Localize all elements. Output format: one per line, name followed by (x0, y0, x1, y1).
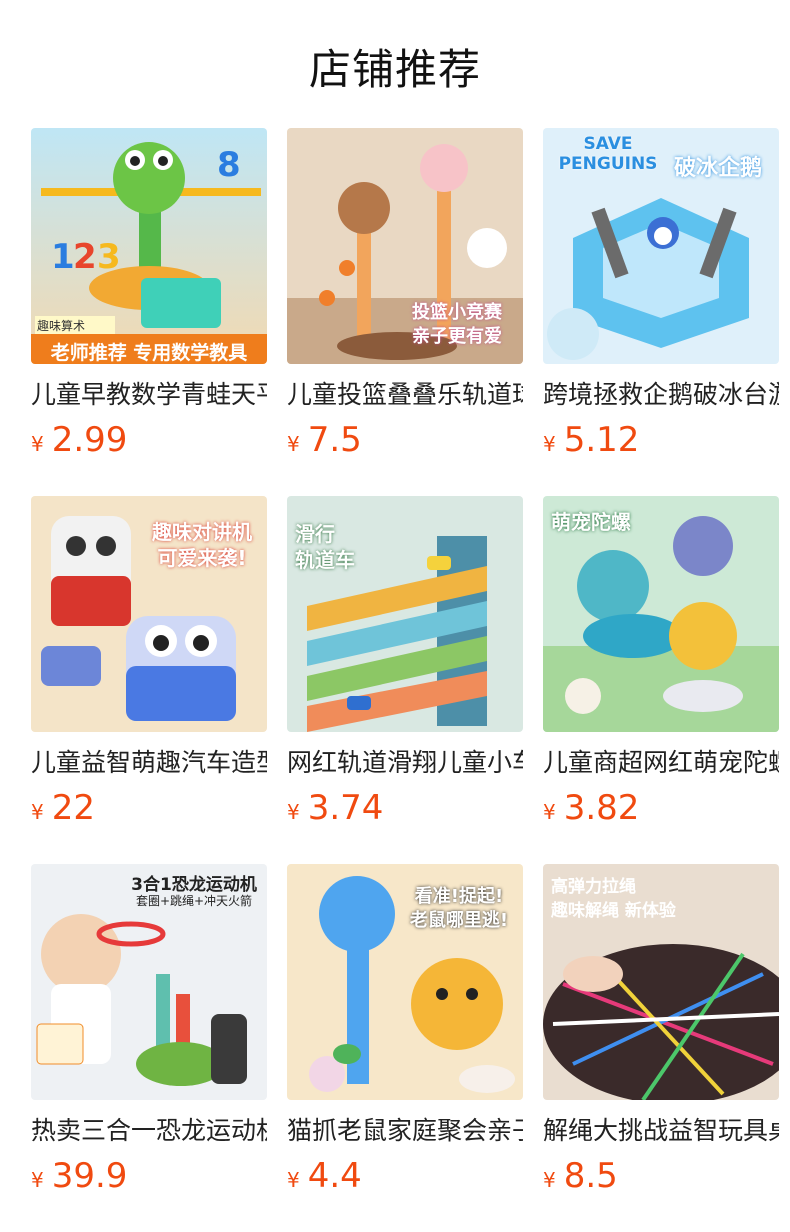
currency-symbol: ¥ (287, 1168, 300, 1192)
penguin-ice-toy-image[interactable]: SAVE PENGUINS 破冰企鹅 (543, 128, 779, 364)
product-name[interactable]: 网红轨道滑翔儿童小车 (287, 746, 523, 780)
svg-text:2: 2 (73, 237, 97, 277)
product-card[interactable]: 投篮小竞赛 亲子更有爱 儿童投篮叠叠乐轨道球 ¥7.5 (287, 128, 523, 462)
basketball-track-toy-image[interactable]: 投篮小竞赛 亲子更有爱 (287, 128, 523, 364)
product-price: ¥4.4 (287, 1154, 523, 1198)
product-card[interactable]: 看准!捉起! 老鼠哪里逃! 猫抓老鼠家庭聚会亲子游戏 ¥4.4 (287, 864, 523, 1198)
currency-symbol: ¥ (287, 432, 300, 456)
product-card[interactable]: 萌宠陀螺 儿童商超网红萌宠陀螺 ¥3.82 (543, 496, 779, 830)
product-name[interactable]: 热卖三合一恐龙运动机 (31, 1114, 267, 1148)
product-card[interactable]: 滑行 轨道车 网红轨道滑翔儿童小车 ¥3.74 (287, 496, 523, 830)
product-name[interactable]: 儿童早教数学青蛙天平 (31, 378, 267, 412)
product-name[interactable]: 儿童商超网红萌宠陀螺 (543, 746, 779, 780)
currency-symbol: ¥ (543, 800, 556, 824)
thumb-label: 滑行 (295, 522, 335, 546)
svg-text:3: 3 (97, 237, 121, 277)
product-price: ¥7.5 (287, 418, 523, 462)
product-card[interactable]: 高弹力拉绳 趣味解绳 新体验 解绳大挑战益智玩具桌游 ¥8.5 (543, 864, 779, 1198)
product-card[interactable]: 1 2 3 8 趣味算术 老师推荐 专用数学教具 儿童早教数学青蛙天平 ¥2.9… (31, 128, 267, 462)
product-name[interactable]: 儿童投篮叠叠乐轨道球 (287, 378, 523, 412)
currency-symbol: ¥ (543, 432, 556, 456)
currency-symbol: ¥ (31, 432, 44, 456)
walkie-talkie-car-toy-image[interactable]: 趣味对讲机 可爱来袭! (31, 496, 267, 732)
product-name[interactable]: 猫抓老鼠家庭聚会亲子游戏 (287, 1114, 523, 1148)
product-price: ¥3.82 (543, 786, 779, 830)
product-name[interactable]: 解绳大挑战益智玩具桌游 (543, 1114, 779, 1148)
thumb-banner: 亲子更有爱 (412, 326, 502, 347)
thumb-label: 高弹力拉绳 (551, 877, 636, 897)
price-value: 22 (51, 788, 95, 828)
thumb-label: 萌宠陀螺 (551, 510, 631, 534)
thumb-banner: 可爱来袭! (157, 546, 247, 570)
product-price: ¥8.5 (543, 1154, 779, 1198)
frog-balance-toy-image[interactable]: 1 2 3 8 趣味算术 老师推荐 专用数学教具 (31, 128, 267, 364)
thumb-label: 趣味对讲机 (152, 520, 252, 544)
product-price: ¥39.9 (31, 1154, 267, 1198)
page-title: 店铺推荐 (308, 45, 481, 94)
price-value: 7.5 (307, 420, 362, 460)
thumb-banner: 趣味解绳 新体验 (551, 901, 676, 921)
price-value: 4.4 (307, 1156, 362, 1196)
product-price: ¥5.12 (543, 418, 779, 462)
product-card[interactable]: SAVE PENGUINS 破冰企鹅 跨境拯救企鹅破冰台游戏 ¥5.12 (543, 128, 779, 462)
price-value: 3.74 (307, 788, 384, 828)
product-name[interactable]: 跨境拯救企鹅破冰台游戏 (543, 378, 779, 412)
currency-symbol: ¥ (31, 1168, 44, 1192)
thumb-banner: 老鼠哪里逃! (409, 910, 509, 931)
currency-symbol: ¥ (543, 1168, 556, 1192)
spinning-top-toy-image[interactable]: 萌宠陀螺 (543, 496, 779, 732)
slide-track-car-toy-image[interactable]: 滑行 轨道车 (287, 496, 523, 732)
price-value: 3.82 (563, 788, 640, 828)
dinosaur-sport-toy-image[interactable]: 3合1恐龙运动机 套圈+跳绳+冲天火箭 (31, 864, 267, 1100)
product-price: ¥22 (31, 786, 267, 830)
rope-untangle-toy-image[interactable]: 高弹力拉绳 趣味解绳 新体验 (543, 864, 779, 1100)
thumb-banner: 破冰企鹅 (673, 156, 762, 181)
currency-symbol: ¥ (287, 800, 300, 824)
thumb-label: 看准!捉起! (414, 886, 504, 907)
currency-symbol: ¥ (31, 800, 44, 824)
product-name[interactable]: 儿童益智萌趣汽车造型对讲机 (31, 746, 267, 780)
thumb-label: 趣味算术 (37, 319, 86, 333)
price-value: 8.5 (563, 1156, 618, 1196)
svg-text:8: 8 (217, 145, 241, 185)
thumb-label: SAVE PENGUINS (558, 134, 658, 174)
thumb-banner: 套圈+跳绳+冲天火箭 (135, 894, 253, 908)
thumb-label: 投篮小竞赛 (412, 302, 502, 323)
product-price: ¥2.99 (31, 418, 267, 462)
price-value: 39.9 (51, 1156, 128, 1196)
product-card[interactable]: 3合1恐龙运动机 套圈+跳绳+冲天火箭 热卖三合一恐龙运动机 ¥39.9 (31, 864, 267, 1198)
price-value: 2.99 (51, 420, 128, 460)
thumb-banner: 老师推荐 专用数学教具 (50, 342, 248, 364)
product-price: ¥3.74 (287, 786, 523, 830)
svg-text:1: 1 (51, 237, 75, 277)
product-card[interactable]: 趣味对讲机 可爱来袭! 儿童益智萌趣汽车造型对讲机 ¥22 (31, 496, 267, 830)
thumb-banner: 轨道车 (295, 548, 355, 572)
price-value: 5.12 (563, 420, 640, 460)
cat-paw-mouse-game-image[interactable]: 看准!捉起! 老鼠哪里逃! (287, 864, 523, 1100)
